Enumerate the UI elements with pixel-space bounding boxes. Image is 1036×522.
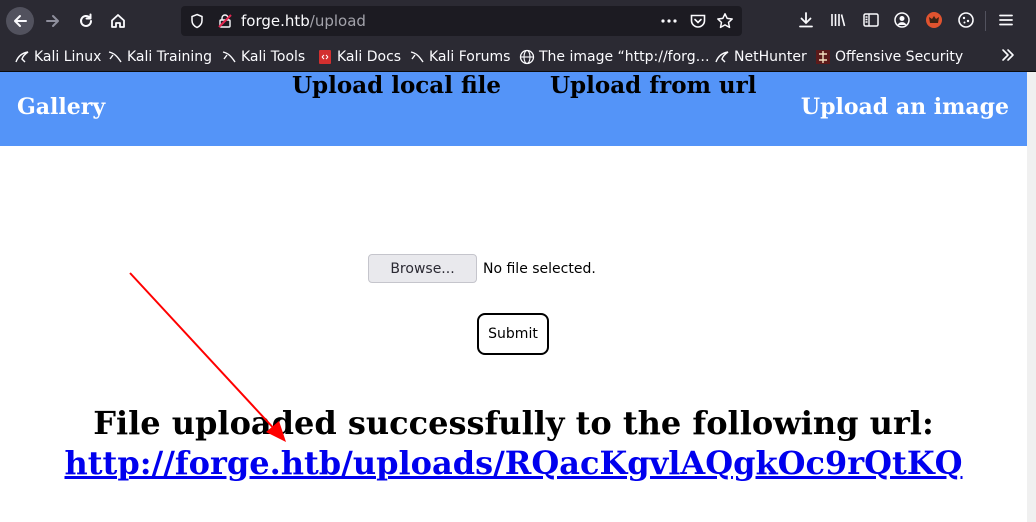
bookmark-offensive-security[interactable]: Offensive Security [815,47,963,67]
foxyproxy-icon[interactable] [924,10,944,30]
bookmark-label: Kali Forums [429,49,511,65]
arrow-right-icon [46,15,59,27]
home-icon [111,14,125,28]
bookmark-label: Kali Linux [34,49,102,65]
page-scrollbar[interactable] [1027,72,1036,522]
sidebar-icon[interactable] [861,10,881,30]
bookmark-nethunter[interactable]: NetHunter [714,47,807,67]
bookmark-kali-docs[interactable]: Kali Docs [317,47,401,67]
url-text[interactable]: forge.htb/upload [241,12,366,30]
site-header: Gallery Upload an image [0,72,1027,146]
bookmarks-overflow-button[interactable] [1000,47,1016,67]
menu-icon[interactable] [996,10,1016,30]
url-path: /upload [309,12,366,30]
insecure-lock-icon[interactable] [217,13,233,29]
file-input[interactable]: Browse... No file selected. [368,254,596,283]
reload-button[interactable] [72,7,100,35]
reload-icon [80,13,92,27]
submit-button[interactable]: Submit [477,313,549,355]
page-actions-icon[interactable] [660,12,678,30]
downloads-icon[interactable] [796,10,816,30]
bookmark-image[interactable]: The image “http://forg… [519,47,710,67]
browse-button[interactable]: Browse... [368,254,477,283]
url-host: forge.htb [241,12,310,30]
bookmark-label: The image “http://forg… [539,49,710,65]
globe-icon [519,49,535,65]
address-bar[interactable]: forge.htb/upload [181,6,742,36]
pocket-icon[interactable] [689,12,707,30]
browser-toolbar: forge.htb/upload [0,0,1036,42]
kali-dragon-icon [714,49,730,65]
library-icon[interactable] [828,10,848,30]
bookmark-kali-linux[interactable]: Kali Linux [14,47,101,67]
bookmark-label: Offensive Security [835,49,964,65]
back-button[interactable] [6,7,34,35]
bookmark-label: Kali Tools [241,49,306,65]
bookmark-label: Kali Docs [337,49,402,65]
bookmark-kali-training[interactable]: Kali Training [107,47,212,67]
kali-docs-icon [317,49,333,65]
kali-dragon-icon [107,49,123,65]
chevron-double-right-icon [1002,49,1014,61]
kali-dragon-icon [221,49,237,65]
arrow-left-icon [14,15,27,27]
shield-icon[interactable] [189,13,205,29]
web-page: Gallery Upload an image Upload local fil… [0,72,1027,522]
gallery-link[interactable]: Gallery [17,94,105,120]
kali-dragon-icon [409,49,425,65]
account-icon[interactable] [892,10,912,30]
bookmarks-bar: Kali Linux Kali Training Kali Tools Kali… [0,42,1036,72]
tab-upload-local-file[interactable]: Upload local file [292,72,501,99]
offsec-icon [815,49,831,65]
cookie-icon[interactable] [956,10,976,30]
home-button[interactable] [104,7,132,35]
bookmark-label: Kali Training [127,49,212,65]
bookmark-kali-forums[interactable]: Kali Forums [409,47,510,67]
toolbar-divider [985,11,986,31]
bookmark-star-icon[interactable] [716,12,734,30]
success-message: File uploaded successfully to the follow… [93,404,934,442]
uploaded-url-link[interactable]: http://forge.htb/uploads/RQacKgvlAQgkOc9… [0,444,1027,482]
upload-image-link[interactable]: Upload an image [801,94,1009,120]
bookmark-label: NetHunter [734,49,807,65]
forward-button[interactable] [39,7,67,35]
file-status-text: No file selected. [483,260,596,277]
kali-dragon-icon [14,49,30,65]
tab-upload-from-url[interactable]: Upload from url [550,72,756,99]
bookmark-kali-tools[interactable]: Kali Tools [221,47,305,67]
